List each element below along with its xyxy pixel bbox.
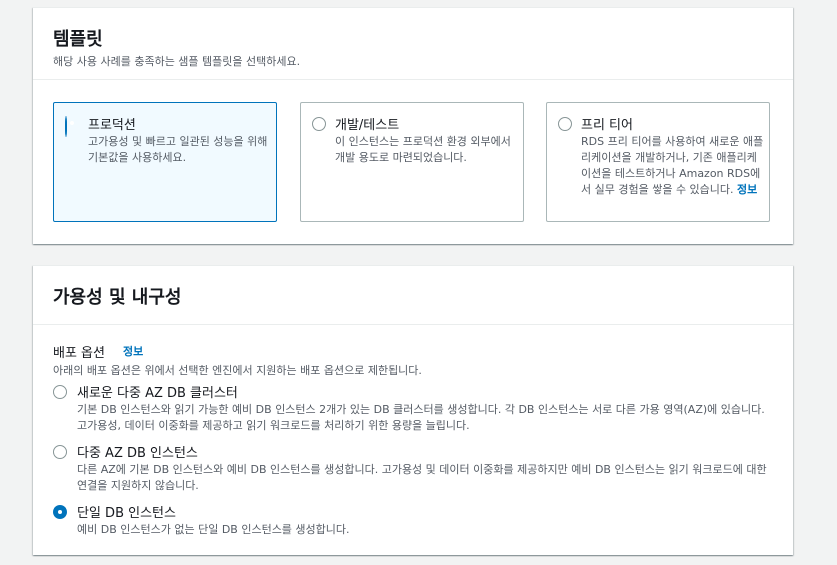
- free-tier-description-text: RDS 프리 티어를 사용하여 새로운 애플리케이션을 개발하거나, 기존 애플…: [581, 135, 764, 196]
- availability-panel: 가용성 및 내구성 배포 옵션 정보 아래의 배포 옵션은 위에서 선택한 엔진…: [33, 265, 793, 555]
- templates-title: 템플릿: [53, 29, 103, 50]
- free-tier-radio[interactable]: [558, 117, 572, 131]
- free-tier-info-link[interactable]: 정보: [737, 183, 757, 196]
- template-tile-free-tier[interactable]: 프리 티어 RDS 프리 티어를 사용하여 새로운 애플리케이션을 개발하거나,…: [546, 102, 770, 222]
- deploy-option-label: 다중 AZ DB 인스턴스: [77, 446, 198, 461]
- deploy-option-label: 단일 DB 인스턴스: [77, 506, 176, 521]
- template-tile-description: 고가용성 및 빠르고 일관된 성능을 위해 기본값을 사용하세요.: [88, 135, 268, 164]
- templates-description: 해당 사용 사례를 충족하는 샘플 템플릿을 선택하세요.: [53, 55, 301, 68]
- deploy-option-description: 다른 AZ에 기본 DB 인스턴스와 예비 DB 인스턴스를 생성합니다. 고가…: [77, 463, 767, 492]
- template-tile-label: 프로덕션: [88, 118, 136, 133]
- single-instance-radio[interactable]: [53, 505, 67, 519]
- template-tile-dev-test[interactable]: 개발/테스트 이 인스턴스는 프로덕션 환경 외부에서 개발 용도로 마련되었습…: [300, 102, 524, 222]
- templates-divider: [33, 79, 793, 80]
- deploy-option-label: 새로운 다중 AZ DB 클러스터: [77, 386, 238, 401]
- deploy-options-description: 아래의 배포 옵션은 위에서 선택한 엔진에서 지원하는 배포 옵션으로 제한됩…: [53, 364, 422, 377]
- multi-az-cluster-radio[interactable]: [53, 385, 67, 399]
- template-tile-label: 개발/테스트: [335, 118, 400, 133]
- deploy-option-description: 예비 DB 인스턴스가 없는 단일 DB 인스턴스를 생성합니다.: [77, 523, 350, 536]
- template-tile-description: 이 인스턴스는 프로덕션 환경 외부에서 개발 용도로 마련되었습니다.: [335, 135, 511, 164]
- availability-title: 가용성 및 내구성: [53, 287, 182, 308]
- template-tile-production[interactable]: 프로덕션 고가용성 및 빠르고 일관된 성능을 위해 기본값을 사용하세요.: [53, 102, 277, 222]
- dev-test-radio[interactable]: [312, 117, 326, 131]
- production-radio[interactable]: [65, 116, 67, 137]
- template-tile-description: RDS 프리 티어를 사용하여 새로운 애플리케이션을 개발하거나, 기존 애플…: [581, 134, 765, 198]
- multi-az-instance-radio[interactable]: [53, 445, 67, 459]
- deploy-options-label: 배포 옵션: [53, 346, 105, 361]
- template-tile-label: 프리 티어: [581, 118, 633, 133]
- deploy-options-info-link[interactable]: 정보: [123, 343, 143, 359]
- availability-divider: [33, 324, 793, 325]
- deploy-option-description: 기본 DB 인스턴스와 읽기 가능한 예비 DB 인스턴스 2개가 있는 DB …: [77, 403, 765, 432]
- templates-panel: 템플릿 해당 사용 사례를 충족하는 샘플 템플릿을 선택하세요. 프로덕션 고…: [33, 7, 793, 244]
